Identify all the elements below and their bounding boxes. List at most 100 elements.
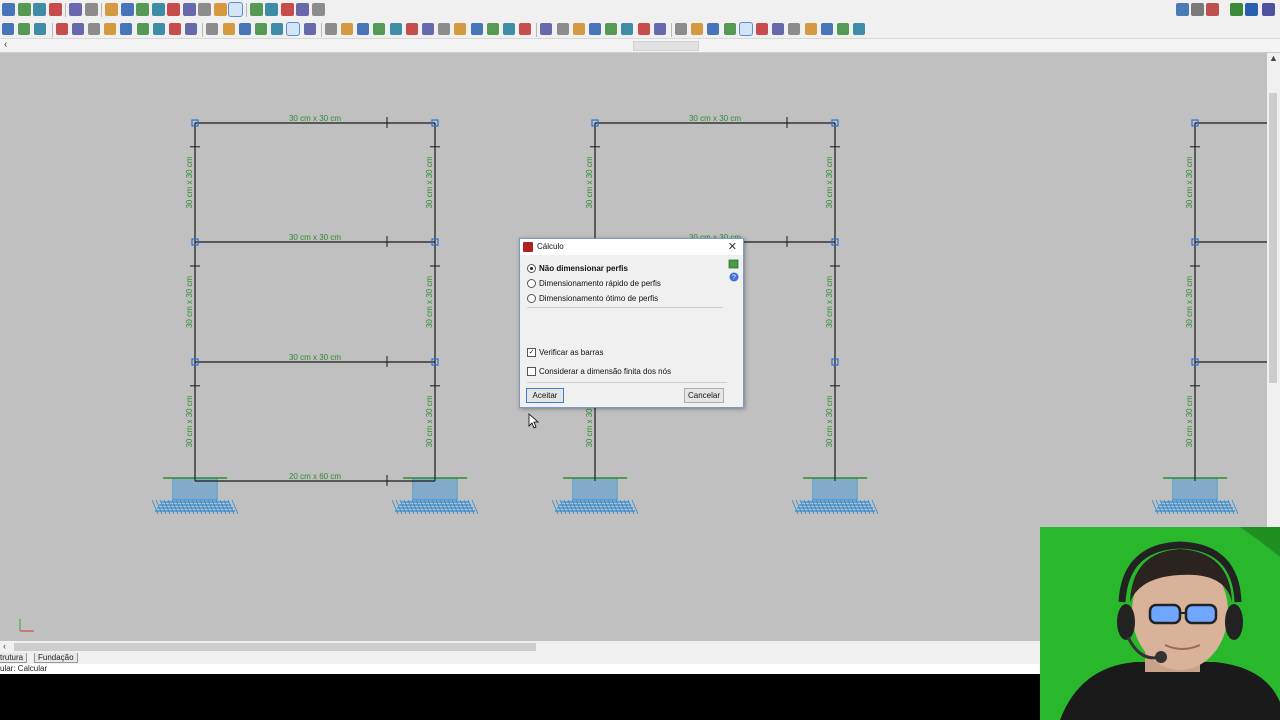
redo-icon[interactable] [84, 3, 98, 16]
zoom-in-icon[interactable] [486, 23, 499, 35]
pick-icon[interactable] [605, 23, 618, 35]
zoom-window-icon[interactable] [454, 23, 467, 35]
pick-icon[interactable] [249, 3, 263, 16]
checkbox-verificar-barras[interactable]: ✓ [527, 347, 536, 357]
refresh-icon[interactable] [206, 23, 219, 35]
window-icon[interactable] [1245, 3, 1258, 16]
zoom-out-icon[interactable] [151, 3, 165, 16]
mirror-icon[interactable] [653, 23, 666, 35]
zoom-window-icon[interactable] [104, 23, 117, 35]
zoom-previous-icon[interactable] [519, 23, 532, 35]
zoom-in-icon[interactable] [136, 3, 149, 16]
check-considerar-dimensao[interactable]: Considerar a dimensão finita dos nós [527, 365, 671, 377]
magnet-icon[interactable] [756, 23, 768, 35]
settings-icon[interactable] [1176, 3, 1189, 16]
select-icon[interactable] [621, 23, 634, 35]
zoom-previous-icon[interactable] [167, 3, 180, 16]
zoom-all-icon[interactable] [820, 23, 833, 35]
refresh-icon[interactable] [198, 3, 211, 16]
help-icon[interactable] [1262, 3, 1275, 16]
view-3d-icon[interactable] [572, 23, 585, 35]
select-icon[interactable] [271, 23, 284, 35]
option-dimensionamento-otimo[interactable]: Dimensionamento ótimo de perfis [527, 292, 658, 304]
aceitar-button[interactable]: Aceitar [526, 388, 564, 403]
zoom-previous-icon[interactable] [169, 23, 181, 35]
zoom-all-icon[interactable] [470, 23, 483, 35]
vertical-scroll-thumb[interactable] [1269, 93, 1277, 383]
wrench-icon[interactable] [675, 23, 687, 35]
horizontal-scrollbar[interactable]: ‹ [0, 641, 1040, 653]
wrench-icon[interactable] [324, 23, 337, 35]
option-nao-dimensionar[interactable]: Não dimensionar perfis [527, 262, 628, 274]
zoom-out-icon[interactable] [152, 23, 165, 35]
pan-icon[interactable] [182, 3, 196, 16]
gear-icon[interactable] [1191, 3, 1204, 16]
undo-icon[interactable] [69, 3, 82, 16]
radio-nao-dimensionar[interactable] [527, 263, 536, 273]
close-icon[interactable]: ✕ [728, 240, 737, 253]
view-3d-icon[interactable] [222, 23, 235, 35]
pick-icon[interactable] [255, 23, 267, 35]
radio-dimensionamento-rapido[interactable] [527, 278, 536, 288]
zoom-all-icon[interactable] [120, 23, 133, 35]
wrench-icon[interactable] [311, 3, 325, 16]
snap-icon[interactable] [637, 23, 650, 35]
rotate-icon[interactable] [589, 23, 601, 35]
bars-icon[interactable] [691, 23, 704, 35]
print-icon[interactable] [728, 259, 739, 269]
scroll-left-icon[interactable]: ‹ [3, 641, 6, 651]
horizontal-scroll-thumb[interactable] [14, 643, 536, 651]
magnet-icon[interactable] [48, 3, 62, 16]
grid-icon[interactable] [738, 22, 753, 36]
save-icon[interactable] [2, 23, 14, 35]
zoom-out-icon[interactable] [853, 23, 866, 35]
magnet-icon[interactable] [55, 23, 68, 35]
check-verificar-barras[interactable]: ✓ Verificar as barras [527, 346, 603, 358]
grid-icon[interactable] [33, 3, 46, 16]
undo-icon[interactable] [772, 23, 785, 35]
refresh-icon[interactable] [556, 23, 569, 35]
redo-icon[interactable] [88, 23, 100, 35]
zoom-window-icon[interactable] [804, 23, 817, 35]
tab-fundacao[interactable]: Fundação [34, 653, 78, 663]
chevron-left-icon[interactable]: ‹ [4, 39, 7, 50]
rotate-icon[interactable] [228, 2, 243, 17]
undo-icon[interactable] [71, 23, 84, 35]
scroll-up-icon[interactable]: ▲ [1269, 53, 1278, 63]
magnet-icon[interactable] [405, 23, 418, 35]
select-icon[interactable] [265, 3, 278, 16]
mirror-icon[interactable] [296, 3, 309, 16]
zoom-out-icon[interactable] [503, 23, 515, 35]
pan-icon[interactable] [540, 23, 553, 35]
radio-dimensionamento-otimo[interactable] [527, 293, 536, 303]
redo-icon[interactable] [438, 23, 451, 35]
export-icon[interactable] [1206, 3, 1219, 16]
print-icon[interactable] [18, 23, 31, 35]
report-icon[interactable] [1230, 3, 1243, 16]
save-icon[interactable] [357, 23, 370, 35]
save-icon[interactable] [2, 3, 15, 16]
redo-icon[interactable] [788, 23, 801, 35]
zoom-in-icon[interactable] [136, 23, 149, 35]
tab-estrutura[interactable]: trutura [0, 653, 28, 663]
grid-icon[interactable] [34, 23, 47, 35]
cancelar-button[interactable]: Cancelar [684, 388, 724, 403]
checkbox-considerar-dimensao[interactable] [527, 366, 536, 376]
bars-icon[interactable] [341, 23, 353, 35]
snap-icon[interactable] [286, 22, 301, 36]
view-3d-icon[interactable] [213, 3, 227, 16]
save-icon[interactable] [707, 23, 720, 35]
print-icon[interactable] [723, 23, 736, 35]
print-icon[interactable] [373, 23, 386, 35]
print-icon[interactable] [17, 3, 31, 16]
option-dimensionamento-rapido[interactable]: Dimensionamento rápido de perfis [527, 277, 661, 289]
mirror-icon[interactable] [303, 23, 316, 35]
zoom-in-icon[interactable] [837, 23, 849, 35]
zoom-window-icon[interactable] [105, 3, 118, 16]
pan-icon[interactable] [185, 23, 198, 35]
top-scroll-thumb[interactable] [633, 41, 699, 51]
grid-icon[interactable] [389, 23, 402, 35]
zoom-all-icon[interactable] [120, 3, 134, 16]
undo-icon[interactable] [422, 23, 434, 35]
snap-icon[interactable] [280, 3, 294, 16]
